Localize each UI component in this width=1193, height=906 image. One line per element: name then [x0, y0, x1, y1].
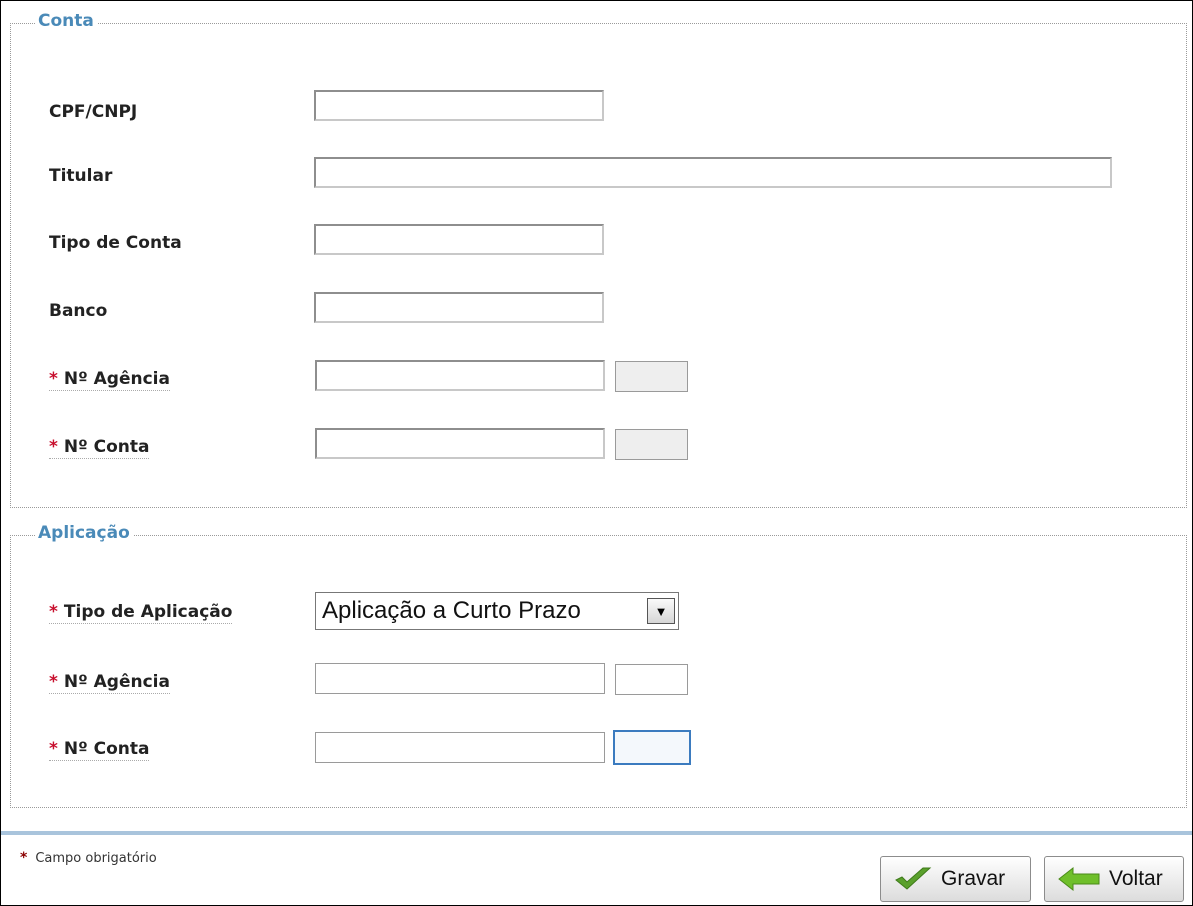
footer-divider — [1, 831, 1192, 835]
save-button-label: Gravar — [941, 867, 1006, 890]
back-button[interactable]: Voltar — [1044, 856, 1184, 902]
check-icon — [895, 867, 932, 890]
tipo-conta-input[interactable] — [314, 224, 604, 255]
conta-numero-label-text: Nº Conta — [63, 437, 150, 457]
conta-numero-dv-input[interactable] — [615, 429, 688, 460]
aplicacao-conta-input[interactable] — [315, 732, 605, 763]
tipo-aplicacao-selected: Aplicação a Curto Prazo — [322, 597, 581, 624]
conta-agencia-label-text: Nº Agência — [63, 369, 170, 389]
aplicacao-agencia-label-text: Nº Agência — [63, 672, 170, 692]
required-mark: * — [49, 369, 58, 389]
tipo-aplicacao-label-text: Tipo de Aplicação — [63, 602, 233, 622]
conta-legend: Conta — [35, 11, 97, 31]
conta-numero-input[interactable] — [315, 428, 605, 459]
required-note-text: Campo obrigatório — [35, 851, 157, 866]
tipo-aplicacao-label: * Tipo de Aplicação — [49, 602, 233, 624]
aplicacao-fieldset: Aplicação * Tipo de Aplicação Aplicação a… — [10, 523, 1187, 808]
aplicacao-agencia-label: * Nº Agência — [49, 672, 170, 694]
conta-agencia-dv-input[interactable] — [615, 361, 688, 392]
titular-input[interactable] — [314, 157, 1112, 188]
aplicacao-conta-dv-input[interactable] — [613, 730, 691, 765]
save-button[interactable]: Gravar — [880, 856, 1031, 902]
arrow-left-icon — [1058, 866, 1100, 892]
aplicacao-agencia-dv-input[interactable] — [615, 664, 688, 695]
required-mark: * — [49, 672, 58, 692]
conta-fieldset: Conta CPF/CNPJ Titular Tipo de Conta Ban… — [10, 11, 1187, 508]
required-star-icon: * — [20, 850, 28, 866]
aplicacao-agencia-input[interactable] — [315, 663, 605, 694]
aplicacao-conta-label-text: Nº Conta — [63, 739, 150, 759]
cpf-label: CPF/CNPJ — [49, 102, 138, 122]
tipo-aplicacao-select[interactable]: Aplicação a Curto Prazo ▼ — [315, 592, 679, 630]
cpf-input[interactable] — [314, 90, 604, 121]
aplicacao-legend: Aplicação — [35, 523, 133, 543]
required-mark: * — [49, 739, 58, 759]
conta-agencia-input[interactable] — [315, 360, 605, 391]
tipo-conta-label: Tipo de Conta — [49, 233, 182, 253]
required-mark: * — [49, 437, 58, 457]
required-note: * Campo obrigatório — [20, 850, 157, 866]
titular-label: Titular — [49, 166, 113, 186]
banco-label: Banco — [49, 301, 108, 321]
back-button-label: Voltar — [1109, 867, 1163, 890]
aplicacao-conta-label: * Nº Conta — [49, 739, 150, 761]
chevron-down-icon[interactable]: ▼ — [647, 598, 675, 624]
required-mark: * — [49, 602, 58, 622]
conta-numero-label: * Nº Conta — [49, 437, 150, 459]
banco-input[interactable] — [314, 292, 604, 323]
conta-agencia-label: * Nº Agência — [49, 369, 170, 391]
